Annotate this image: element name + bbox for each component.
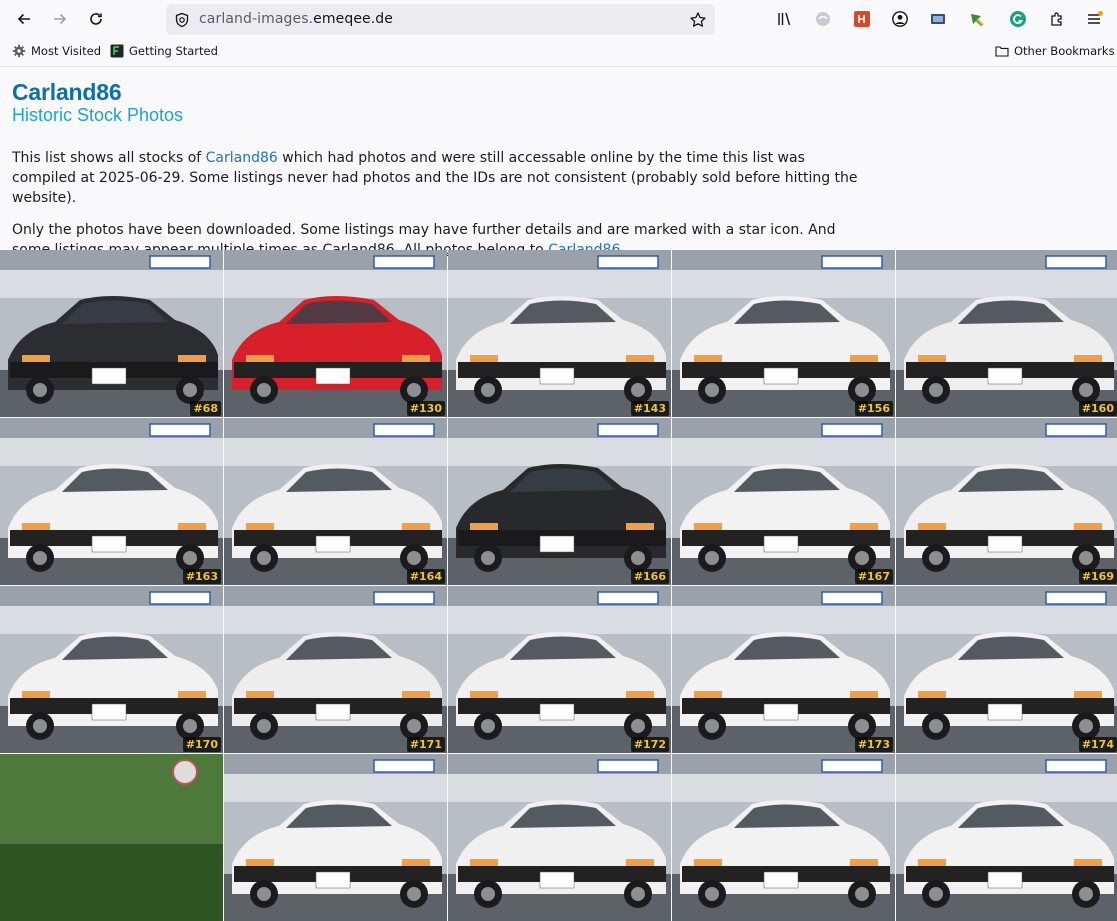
stock-id-badge: #160 — [1078, 401, 1117, 416]
photo-tile[interactable]: #170 — [0, 586, 223, 753]
photo-tile[interactable]: #68 — [0, 250, 223, 417]
url-text[interactable]: carland-images.emeqee.de — [199, 11, 393, 27]
photo-tile[interactable]: #166 — [448, 418, 671, 585]
url-bar[interactable]: carland-images.emeqee.de — [166, 4, 715, 35]
browser-toolbar: carland-images.emeqee.de — [0, 0, 1117, 38]
library-icon[interactable] — [776, 10, 794, 28]
photo-tile[interactable] — [896, 754, 1117, 921]
reload-icon — [90, 13, 102, 25]
firefox-start-icon — [110, 44, 124, 58]
menu-icon[interactable] — [1086, 10, 1104, 28]
car-photo — [672, 754, 895, 921]
photo-tile[interactable] — [672, 754, 895, 921]
car-photo — [448, 586, 671, 753]
photo-tile[interactable] — [0, 754, 223, 921]
intro-paragraph-1: This list shows all stocks of Carland86 … — [12, 150, 858, 206]
extension-mask-icon[interactable] — [814, 10, 832, 28]
car-photo — [224, 418, 447, 585]
car-photo — [896, 754, 1117, 921]
photo-tile[interactable] — [224, 754, 447, 921]
carland86-link[interactable]: Carland86 — [206, 150, 278, 166]
extension-arrow-icon[interactable] — [968, 10, 986, 28]
stock-id-badge: #130 — [406, 401, 445, 416]
stock-id-badge: #68 — [190, 401, 221, 416]
photo-tile[interactable]: #172 — [448, 586, 671, 753]
grammarly-icon[interactable] — [1009, 10, 1027, 28]
stock-id-badge: #169 — [1078, 569, 1117, 584]
car-photo — [224, 754, 447, 921]
gear-icon — [12, 44, 26, 58]
photo-tile[interactable]: #164 — [224, 418, 447, 585]
stock-id-badge: #173 — [854, 737, 893, 752]
bookmarks-toolbar: Most Visited Getting Started Other Bookm… — [0, 38, 1117, 67]
photo-grid: #68 #130 #143 #156 #160 #163 #164 #166 #167 #169 #… — [0, 250, 1117, 921]
folder-icon — [995, 46, 1009, 57]
stock-id-badge: #170 — [182, 737, 221, 752]
car-photo — [224, 586, 447, 753]
site-title: Carland86 — [12, 79, 122, 105]
car-photo — [672, 418, 895, 585]
other-bookmarks[interactable]: Other Bookmarks — [995, 44, 1115, 58]
car-photo — [896, 250, 1117, 417]
car-photo — [448, 418, 671, 585]
car-photo — [672, 250, 895, 417]
photo-tile[interactable]: #167 — [672, 418, 895, 585]
back-arrow-icon — [17, 13, 30, 25]
car-photo — [224, 250, 447, 417]
photo-tile[interactable]: #169 — [896, 418, 1117, 585]
forward-arrow-icon — [54, 13, 67, 25]
car-photo — [0, 418, 223, 585]
stock-id-badge: #171 — [406, 737, 445, 752]
forward-button[interactable] — [45, 4, 75, 34]
stock-id-badge: #163 — [182, 569, 221, 584]
stock-id-badge: #156 — [854, 401, 893, 416]
stock-id-badge: #166 — [630, 569, 669, 584]
extension-red-icon[interactable] — [853, 10, 871, 28]
photo-tile[interactable]: #163 — [0, 418, 223, 585]
site-subtitle: Historic Stock Photos — [12, 105, 184, 125]
photo-tile[interactable]: #156 — [672, 250, 895, 417]
stock-id-badge: #164 — [406, 569, 445, 584]
bookmark-label: Most Visited — [31, 44, 101, 58]
reload-button[interactable] — [81, 4, 111, 34]
car-photo — [0, 586, 223, 753]
back-button[interactable] — [9, 4, 39, 34]
bookmark-star-icon[interactable] — [689, 11, 707, 29]
car-photo — [0, 250, 223, 417]
stock-id-badge: #143 — [630, 401, 669, 416]
stock-id-badge: #172 — [630, 737, 669, 752]
car-photo — [896, 586, 1117, 753]
account-icon[interactable] — [891, 10, 909, 28]
extension-screen-icon[interactable] — [929, 10, 947, 28]
car-photo — [448, 250, 671, 417]
bookmark-most-visited[interactable]: Most Visited — [12, 44, 101, 58]
car-photo — [672, 586, 895, 753]
car-photo — [448, 754, 671, 921]
extensions-puzzle-icon[interactable] — [1048, 10, 1066, 28]
photo-tile[interactable] — [448, 754, 671, 921]
photo-tile[interactable]: #143 — [448, 250, 671, 417]
photo-tile[interactable]: #130 — [224, 250, 447, 417]
car-photo — [896, 418, 1117, 585]
photo-tile[interactable]: #160 — [896, 250, 1117, 417]
stock-id-badge: #167 — [854, 569, 893, 584]
car-photo — [0, 754, 223, 921]
photo-tile[interactable]: #171 — [224, 586, 447, 753]
photo-tile[interactable]: #173 — [672, 586, 895, 753]
bookmark-getting-started[interactable]: Getting Started — [110, 44, 218, 58]
bookmark-label: Getting Started — [129, 44, 218, 58]
page-content: Carland86 Historic Stock Photos This lis… — [0, 79, 1117, 260]
shield-icon[interactable] — [174, 12, 190, 28]
stock-id-badge: #174 — [1078, 737, 1117, 752]
photo-tile[interactable]: #174 — [896, 586, 1117, 753]
bookmark-label: Other Bookmarks — [1014, 44, 1115, 58]
